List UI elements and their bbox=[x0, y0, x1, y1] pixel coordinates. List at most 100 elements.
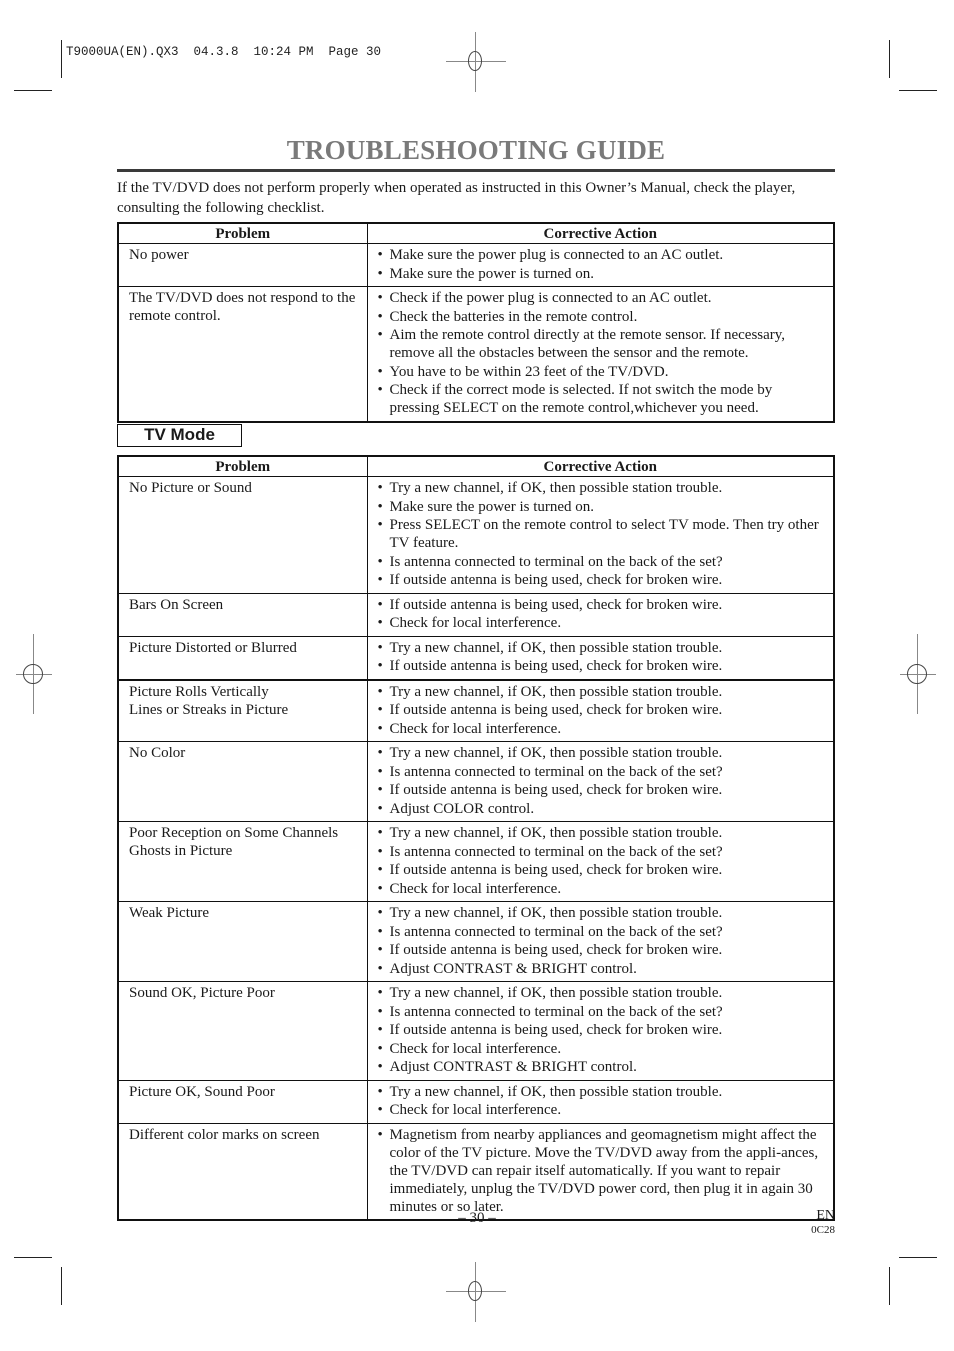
corrective-action-item: If outside antenna is being used, check … bbox=[378, 657, 826, 675]
corrective-action-item: If outside antenna is being used, check … bbox=[378, 941, 826, 959]
table-row: Bars On Screen If outside antenna is bein… bbox=[117, 592, 835, 637]
corrective-action-item: Try a new channel, if OK, then possible … bbox=[378, 1083, 826, 1101]
corrective-action-item: You have to be within 23 feet of the TV/… bbox=[378, 363, 826, 381]
problem-text: Picture Rolls Vertically bbox=[129, 683, 269, 700]
problem-text: Bars On Screen bbox=[129, 596, 224, 613]
corrective-action-item: Is antenna connected to terminal on the … bbox=[378, 923, 826, 941]
corrective-action-cell: Magnetism from nearby appliances and geo… bbox=[366, 1122, 835, 1221]
corrective-action-cell: Try a new channel, if OK, then possible … bbox=[366, 741, 835, 822]
corrective-action-item: Adjust CONTRAST & BRIGHT control. bbox=[378, 960, 826, 978]
corrective-action-item: Make sure the power is turned on. bbox=[378, 265, 826, 283]
problem-text: Weak Picture bbox=[129, 905, 210, 921]
corrective-action-item: Check for local interference. bbox=[378, 1040, 826, 1058]
corrective-action-item: Press SELECT on the remote control to se… bbox=[378, 516, 826, 552]
registration-mark-top bbox=[446, 32, 506, 92]
corrective-action-cell: Try a new channel, if OK, then possible … bbox=[366, 901, 835, 982]
tv-mode-troubleshooting-table: Problem Corrective Action No Picture or … bbox=[117, 455, 835, 1221]
problem-cell: Different color marks on screen bbox=[117, 1122, 368, 1221]
registration-mark-left bbox=[4, 634, 64, 714]
corrective-action-item: Check for local interference. bbox=[378, 614, 826, 632]
general-troubleshooting-table: Problem Corrective Action No power Make s… bbox=[117, 222, 835, 423]
table-row: The TV/DVD does not respond to the remot… bbox=[117, 286, 835, 422]
print-slug: T9000UA(EN).QX3 04.3.8 10:24 PM Page 30 bbox=[66, 45, 382, 59]
corrective-action-item: Try a new channel, if OK, then possible … bbox=[378, 744, 826, 762]
crop-mark bbox=[889, 40, 890, 78]
table-row: Sound OK, Picture Poor Try a new channel,… bbox=[117, 981, 835, 1081]
problem-text: Different color marks on screen bbox=[129, 1126, 320, 1143]
table-row: No Picture or Sound Try a new channel, if… bbox=[117, 476, 835, 594]
crop-mark bbox=[889, 1267, 890, 1305]
problem-cell: Sound OK, Picture Poor bbox=[117, 981, 368, 1081]
corrective-action-list: If outside antenna is being used, check … bbox=[378, 596, 826, 633]
document-code: 0C28 bbox=[811, 1224, 835, 1236]
page-number: – 30 – bbox=[458, 1210, 496, 1226]
corrective-action-list: Magnetism from nearby appliances and geo… bbox=[378, 1126, 826, 1216]
corrective-action-item: Check for local interference. bbox=[378, 720, 826, 738]
table-header-row: Problem Corrective Action bbox=[117, 455, 835, 477]
problem-text: Ghosts in Picture bbox=[129, 843, 233, 859]
corrective-action-list: Try a new channel, if OK, then possible … bbox=[378, 683, 826, 738]
corrective-action-cell: Try a new channel, if OK, then possible … bbox=[366, 821, 835, 902]
corrective-action-item: Adjust COLOR control. bbox=[378, 800, 826, 818]
registration-mark-right bbox=[888, 634, 948, 714]
corrective-action-cell: Try a new channel, if OK, then possible … bbox=[366, 635, 835, 681]
problem-cell: Weak Picture bbox=[117, 901, 368, 982]
corrective-action-item: If outside antenna is being used, check … bbox=[378, 1021, 826, 1039]
crop-mark bbox=[14, 1257, 52, 1258]
corrective-action-item: Check for local interference. bbox=[378, 880, 826, 898]
general-table-body: No power Make sure the power plug is conn… bbox=[117, 243, 835, 422]
table-row: No power Make sure the power plug is conn… bbox=[117, 243, 835, 287]
table-row: Poor Reception on Some Channels Ghosts in… bbox=[117, 821, 835, 902]
corrective-action-cell: Try a new channel, if OK, then possible … bbox=[366, 981, 835, 1081]
table-row: Different color marks on screen Magnetism… bbox=[117, 1122, 835, 1221]
corrective-action-item: If outside antenna is being used, check … bbox=[378, 596, 826, 614]
problem-cell: No Picture or Sound bbox=[117, 476, 368, 594]
corrective-action-item: Check if the correct mode is selected. I… bbox=[378, 381, 826, 417]
problem-text: The TV/DVD does not respond to the remot… bbox=[129, 290, 356, 324]
language-label: EN bbox=[816, 1208, 835, 1223]
corrective-action-item: Is antenna connected to terminal on the … bbox=[378, 553, 826, 571]
problem-text: No Color bbox=[129, 745, 186, 761]
corrective-action-list: Try a new channel, if OK, then possible … bbox=[378, 639, 826, 676]
table-row: Picture Distorted or Blurred Try a new ch… bbox=[117, 635, 835, 681]
corrective-action-list: Try a new channel, if OK, then possible … bbox=[378, 984, 826, 1076]
corrective-action-list: Try a new channel, if OK, then possible … bbox=[378, 904, 826, 978]
corrective-action-list: Check if the power plug is connected to … bbox=[378, 289, 826, 417]
corrective-action-list: Make sure the power plug is connected to… bbox=[378, 246, 826, 283]
title-divider bbox=[117, 169, 835, 172]
page-title: TROUBLESHOOTING GUIDE bbox=[286, 135, 666, 165]
table-row: Picture Rolls Vertically Lines or Streaks… bbox=[117, 679, 835, 742]
corrective-action-list: Try a new channel, if OK, then possible … bbox=[378, 1083, 826, 1120]
problem-text: Sound OK, Picture Poor bbox=[129, 985, 275, 1001]
crop-mark bbox=[61, 40, 62, 78]
corrective-action-cell: Make sure the power plug is connected to… bbox=[366, 243, 835, 287]
problem-cell: The TV/DVD does not respond to the remot… bbox=[117, 286, 368, 422]
tv-mode-section-label: TV Mode bbox=[117, 424, 242, 447]
corrective-action-item: Make sure the power plug is connected to… bbox=[378, 246, 826, 264]
problem-cell: Picture Distorted or Blurred bbox=[117, 635, 368, 681]
corrective-action-item: If outside antenna is being used, check … bbox=[378, 571, 826, 589]
problem-text: Poor Reception on Some Channels bbox=[129, 825, 339, 841]
corrective-action-item: Try a new channel, if OK, then possible … bbox=[378, 479, 826, 497]
table-row: Picture OK, Sound Poor Try a new channel,… bbox=[117, 1079, 835, 1124]
corrective-action-item: If outside antenna is being used, check … bbox=[378, 781, 826, 799]
corrective-action-item: If outside antenna is being used, check … bbox=[378, 861, 826, 879]
column-header-corrective-action: Corrective Action bbox=[366, 455, 835, 477]
intro-paragraph: If the TV/DVD does not perform properly … bbox=[117, 180, 796, 216]
corrective-action-list: Try a new channel, if OK, then possible … bbox=[378, 479, 826, 589]
corrective-action-item: Is antenna connected to terminal on the … bbox=[378, 763, 826, 781]
crop-mark bbox=[899, 90, 937, 91]
problem-text: Picture OK, Sound Poor bbox=[129, 1083, 275, 1100]
problem-text: Picture Distorted or Blurred bbox=[129, 639, 297, 656]
crop-mark bbox=[899, 1257, 937, 1258]
corrective-action-item: Is antenna connected to terminal on the … bbox=[378, 843, 826, 861]
crop-mark bbox=[61, 1267, 62, 1305]
corrective-action-item: Try a new channel, if OK, then possible … bbox=[378, 683, 826, 701]
problem-cell: Bars On Screen bbox=[117, 592, 368, 637]
problem-cell: No power bbox=[117, 243, 368, 287]
corrective-action-item: If outside antenna is being used, check … bbox=[378, 701, 826, 719]
tv-mode-table-body: No Picture or Sound Try a new channel, if… bbox=[117, 476, 835, 1221]
corrective-action-cell: Check if the power plug is connected to … bbox=[366, 286, 835, 422]
corrective-action-item: Try a new channel, if OK, then possible … bbox=[378, 824, 826, 842]
corrective-action-item: Magnetism from nearby appliances and geo… bbox=[378, 1126, 826, 1216]
